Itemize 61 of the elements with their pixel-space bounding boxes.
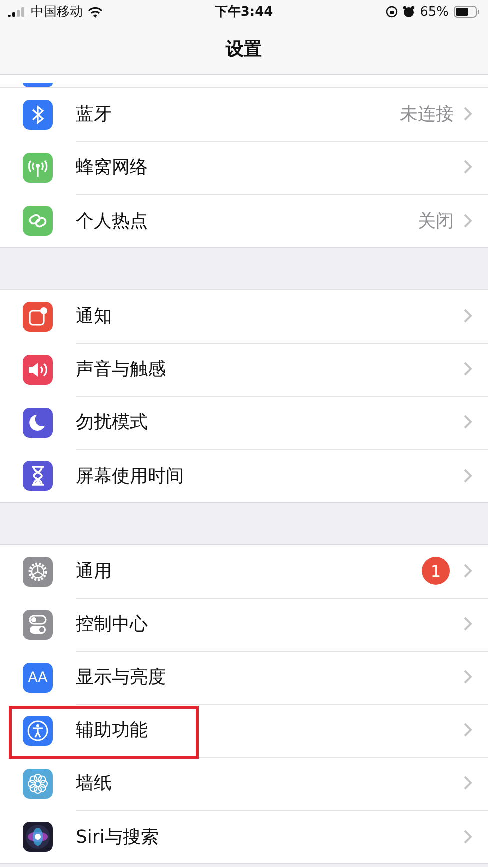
notification-icon <box>28 306 48 326</box>
chevron-icon <box>464 309 472 323</box>
row-label: 蓝牙 <box>76 103 113 126</box>
chevron-icon <box>464 214 472 228</box>
chevron-icon <box>464 723 472 737</box>
settings-row[interactable]: 声音与触感 <box>0 343 488 396</box>
bluetooth-icon <box>31 104 45 124</box>
chevron-icon <box>464 160 472 174</box>
page-title: 设置 <box>226 38 262 61</box>
antenna-icon <box>28 158 48 178</box>
row-label: 通知 <box>76 305 113 328</box>
settings-row[interactable]: 勿扰模式 <box>0 396 488 449</box>
row-value: 关闭 <box>418 210 454 232</box>
row-label: 墙纸 <box>76 772 113 795</box>
settings-row[interactable]: 蜂窝网络 <box>0 141 488 194</box>
row-label: 蜂窝网络 <box>76 156 149 179</box>
settings-row[interactable]: 蓝牙 未连接 <box>0 88 488 141</box>
row-label: 声音与触感 <box>76 358 167 381</box>
settings-row[interactable]: 通知 <box>0 290 488 343</box>
chevron-icon <box>464 468 472 482</box>
chevron-icon <box>464 564 472 578</box>
row-label: 显示与亮度 <box>76 666 167 689</box>
row-label: 屏幕使用时间 <box>76 464 185 488</box>
settings-row[interactable]: Siri与搜索 <box>0 810 488 863</box>
moon-icon <box>29 414 47 432</box>
chevron-icon <box>464 107 472 121</box>
hourglass-icon <box>31 466 45 486</box>
row-label: 辅助功能 <box>76 719 149 742</box>
row-label: 勿扰模式 <box>76 411 149 434</box>
row-label: 个人热点 <box>76 210 149 232</box>
chevron-icon <box>464 830 472 844</box>
settings-row[interactable]: 屏幕使用时间 <box>0 449 488 502</box>
carrier-name: 中国移动 <box>31 4 83 21</box>
chevron-icon <box>464 776 472 790</box>
accessibility-icon <box>27 720 49 742</box>
row-label: 通用 <box>76 560 113 583</box>
settings-row[interactable]: 墙纸 <box>0 757 488 810</box>
row-label: Siri与搜索 <box>76 826 160 848</box>
signal-icon <box>8 7 26 17</box>
chevron-icon <box>464 415 472 429</box>
settings-row[interactable]: 通用 1 <box>0 545 488 598</box>
wifi-icon <box>88 6 103 18</box>
settings-row[interactable]: AA 显示与亮度 <box>0 651 488 704</box>
settings-row[interactable]: 控制中心 <box>0 598 488 651</box>
settings-row[interactable]: 辅助功能 <box>0 704 488 757</box>
rotation-lock-icon <box>386 6 398 18</box>
toggles-icon <box>28 614 48 636</box>
settings-row[interactable]: 个人热点 关闭 <box>0 194 488 247</box>
battery-icon <box>454 6 480 18</box>
siri-orb-icon <box>25 824 51 850</box>
clock-time: 下午3:44 <box>214 4 274 21</box>
notification-badge: 1 <box>422 557 450 585</box>
chevron-icon <box>464 670 472 684</box>
chevron-icon <box>464 617 472 631</box>
row-value: 未连接 <box>400 103 454 126</box>
text-size-icon: AA <box>28 670 48 686</box>
flower-icon <box>27 772 49 794</box>
row-label: 控制中心 <box>76 613 149 636</box>
battery-percent: 65% <box>420 4 449 20</box>
speaker-icon <box>27 360 49 378</box>
chevron-icon <box>464 362 472 376</box>
